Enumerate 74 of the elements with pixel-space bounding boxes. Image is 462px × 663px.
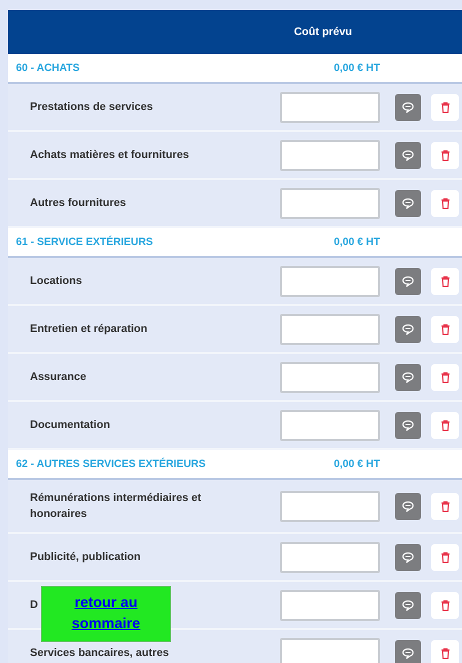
row-label: Prestations de services [30,100,153,115]
trash-icon [440,150,450,160]
row-label: D [30,598,38,613]
comment-button[interactable] [395,544,421,570]
trash-icon [440,324,450,334]
speech-bubble-icon [402,276,414,286]
section-title: 60 - ACHATS [15,62,81,74]
back-to-summary-link[interactable]: retour au sommaire [41,586,171,642]
comment-button[interactable] [395,492,421,520]
cost-input[interactable] [280,542,380,572]
trash-icon [440,648,450,658]
delete-button[interactable] [431,190,459,216]
row-label: Rémunérations intermédiaires et honoraires [30,491,202,522]
delete-button[interactable] [431,142,459,168]
comment-button[interactable] [395,412,421,438]
trash-icon [440,420,450,430]
comment-button[interactable] [395,592,421,618]
speech-bubble-icon [402,500,414,512]
cost-input[interactable] [280,140,380,170]
cost-input[interactable] [280,266,380,296]
row-label: Publicité, publication [30,550,141,565]
cost-input[interactable] [280,590,380,620]
delete-button[interactable] [431,492,459,520]
speech-bubble-icon [402,372,414,382]
row-label: Services bancaires, autres [30,646,169,661]
trash-icon [440,500,450,512]
delete-button[interactable] [431,640,459,663]
comment-button[interactable] [395,364,421,390]
row-label: Entretien et réparation [30,322,148,337]
delete-button[interactable] [431,94,459,120]
comment-button[interactable] [395,316,421,342]
cost-input[interactable] [280,92,380,122]
trash-icon [440,600,450,610]
cost-input[interactable] [280,188,380,218]
delete-button[interactable] [431,364,459,390]
row-label: Achats matières et fournitures [30,148,189,163]
trash-icon [440,372,450,382]
section-title: 61 - SERVICE EXTÉRIEURS [15,236,154,248]
trash-icon [440,552,450,562]
cost-input[interactable] [280,490,380,522]
speech-bubble-icon [402,648,414,658]
delete-button[interactable] [431,592,459,618]
comment-button[interactable] [395,640,421,663]
row-label: Locations [30,274,82,289]
cost-input[interactable] [280,314,380,344]
delete-button[interactable] [431,268,459,294]
speech-bubble-icon [402,600,414,610]
speech-bubble-icon [402,552,414,562]
column-header: Coût prévu [292,26,354,38]
cost-input[interactable] [280,638,380,663]
speech-bubble-icon [402,150,414,160]
trash-icon [440,276,450,286]
delete-button[interactable] [431,412,459,438]
speech-bubble-icon [402,420,414,430]
section-total: 0,00 € HT [332,458,380,470]
trash-icon [440,102,450,112]
cost-input[interactable] [280,410,380,440]
comment-button[interactable] [395,268,421,294]
delete-button[interactable] [431,544,459,570]
section-title: 62 - AUTRES SERVICES EXTÉRIEURS [15,458,207,470]
row-label: Assurance [30,370,86,385]
speech-bubble-icon [402,198,414,208]
row-label: Documentation [30,418,110,433]
delete-button[interactable] [431,316,459,342]
row-label: Autres fournitures [30,196,126,211]
section-total: 0,00 € HT [332,236,380,248]
section-total: 0,00 € HT [332,62,380,74]
comment-button[interactable] [395,142,421,168]
comment-button[interactable] [395,94,421,120]
cost-input[interactable] [280,362,380,392]
comment-button[interactable] [395,190,421,216]
trash-icon [440,198,450,208]
speech-bubble-icon [402,102,414,112]
speech-bubble-icon [402,324,414,334]
